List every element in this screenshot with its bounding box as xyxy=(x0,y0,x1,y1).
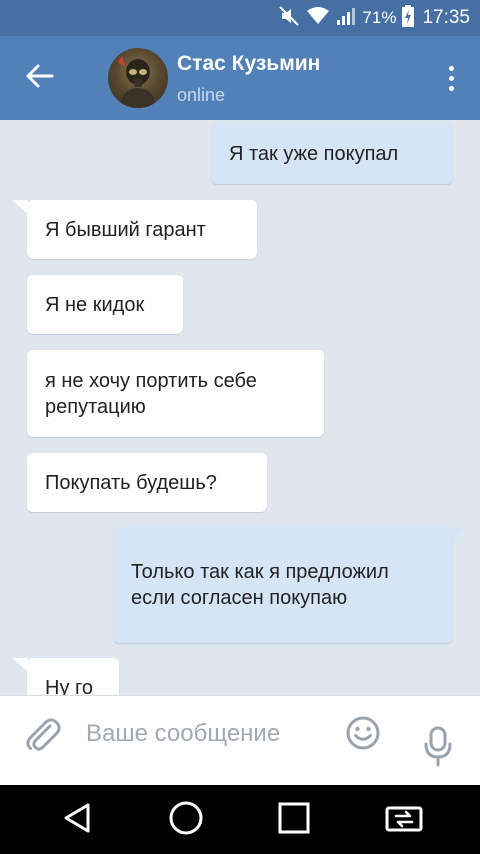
back-button[interactable] xyxy=(18,56,62,100)
message-incoming[interactable]: Ну го xyxy=(27,658,119,695)
battery-charging-icon xyxy=(402,4,415,32)
switch-app-icon xyxy=(384,802,424,839)
attach-button[interactable] xyxy=(20,712,64,756)
message-input[interactable] xyxy=(86,714,326,754)
more-vertical-icon xyxy=(448,65,454,91)
message-text: Ну го xyxy=(45,676,93,696)
status-icons: 71% 17:35 xyxy=(278,0,470,36)
message-text: Покупать будешь? xyxy=(45,471,217,494)
message-text: Только так как я предложил если согласен… xyxy=(131,561,389,609)
contact-status: online xyxy=(177,85,226,105)
message-composer xyxy=(0,695,480,785)
arrow-left-icon xyxy=(26,64,54,93)
bubble-tail xyxy=(12,658,28,672)
message-incoming[interactable]: Я не кидок xyxy=(27,275,183,334)
menu-button[interactable] xyxy=(440,58,462,98)
system-nav-bar xyxy=(0,785,480,854)
message-outgoing[interactable]: Только так как я предложил если согласен… xyxy=(113,527,453,643)
message-incoming[interactable]: я не хочу портить себе репутацию xyxy=(27,350,324,437)
mute-icon xyxy=(278,5,300,32)
nav-home-button[interactable] xyxy=(162,797,210,843)
contact-name: Стас Кузьмин xyxy=(177,52,321,75)
status-bar: 71% 17:35 xyxy=(0,0,480,36)
smile-icon xyxy=(344,716,382,756)
microphone-icon xyxy=(418,726,458,772)
message-incoming[interactable]: Покупать будешь? xyxy=(27,453,267,512)
message-text: Я бывший гарант xyxy=(45,218,206,241)
message-text: я не хочу портить себе репутацию xyxy=(45,369,257,418)
message-outgoing[interactable]: Я так уже покупал xyxy=(211,124,453,184)
message-incoming[interactable]: Я бывший гарант xyxy=(27,200,257,259)
nav-recents-button[interactable] xyxy=(270,797,318,843)
chat-header: Стас Кузьмин online xyxy=(0,36,480,120)
message-text: Я так уже покупал xyxy=(229,143,399,165)
bubble-tail xyxy=(452,527,468,541)
status-time: 17:35 xyxy=(422,7,470,28)
paperclip-icon xyxy=(20,718,64,760)
circle-home-icon xyxy=(168,800,204,841)
nav-back-button[interactable] xyxy=(54,797,102,843)
bubble-tail xyxy=(12,200,28,214)
avatar[interactable] xyxy=(108,48,168,108)
message-list[interactable]: Я так уже покупал Я бывший гарант Я не к… xyxy=(0,120,480,695)
battery-percent: 71% xyxy=(362,8,397,27)
nav-switch-button[interactable] xyxy=(380,797,428,843)
wifi-icon xyxy=(306,6,330,31)
triangle-back-icon xyxy=(61,801,95,840)
emoji-button[interactable] xyxy=(344,714,382,752)
signal-icon xyxy=(336,6,356,31)
square-recents-icon xyxy=(277,801,311,840)
microphone-button[interactable] xyxy=(418,724,458,768)
message-text: Я не кидок xyxy=(45,293,145,316)
